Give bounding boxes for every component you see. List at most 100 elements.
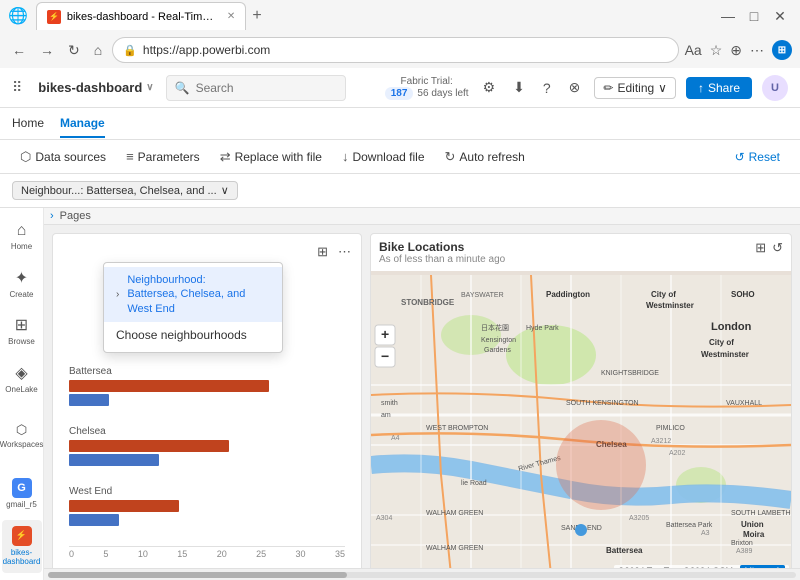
reset-button[interactable]: ↺ Reset <box>727 146 788 168</box>
forward-button[interactable]: → <box>36 40 58 60</box>
chart-more-options-button[interactable]: ⋯ <box>336 242 353 262</box>
sidebar-item-browse[interactable]: ⊞ Browse <box>2 309 42 353</box>
svg-text:am: am <box>381 412 391 419</box>
svg-text:WALHAM GREEN: WALHAM GREEN <box>426 545 483 552</box>
bar-group-battersea: Battersea <box>69 366 345 406</box>
favorites-icon[interactable]: ☆ <box>710 42 723 59</box>
sidebar-item-home[interactable]: ⌂ Home <box>2 216 42 258</box>
map-svg: STONBRIDGE BAYSWATER Paddington City of … <box>371 271 791 568</box>
browser-icon: 🌐 <box>8 6 28 26</box>
pages-chevron[interactable]: › <box>50 210 54 222</box>
editing-button[interactable]: ✏ Editing ∨ <box>594 77 676 99</box>
download-file-button[interactable]: ↓ Download file <box>334 145 433 168</box>
parameters-button[interactable]: ≡ Parameters <box>118 145 208 168</box>
svg-text:SOUTH KENSINGTON: SOUTH KENSINGTON <box>566 400 639 407</box>
active-tab[interactable]: ⚡ bikes-dashboard - Real-Time Inte... ✕ <box>36 2 246 30</box>
auto-refresh-icon: ↻ <box>445 149 456 165</box>
replace-with-file-button[interactable]: ⇄ Replace with file <box>212 145 330 169</box>
help-button[interactable]: ? <box>539 76 555 100</box>
workspaces-icon: ⬡ <box>16 422 27 438</box>
back-button[interactable]: ← <box>8 40 30 60</box>
sidebar-item-workspaces[interactable]: ⬡ Workspaces <box>2 416 42 456</box>
user-avatar[interactable]: U <box>762 75 788 101</box>
sidebar-gmail-label: gmail_r5 <box>6 500 37 510</box>
sidebar-item-bikes-dashboard[interactable]: ⚡ bikes-dashboard <box>2 520 42 573</box>
collections-icon[interactable]: ⊕ <box>730 42 742 59</box>
sub-nav: Home Manage <box>0 108 800 140</box>
bar-row-west-end-blue <box>69 514 345 526</box>
report-area: ⊞ ⋯ › Neighbourhood:Battersea, Chelsea, … <box>44 225 800 568</box>
share-button[interactable]: ↑ Share <box>686 77 752 99</box>
subnav-home[interactable]: Home <box>12 110 44 138</box>
auto-refresh-button[interactable]: ↻ Auto refresh <box>437 145 533 169</box>
chart-panel-actions: ⊞ ⋯ <box>315 242 353 262</box>
app-name-chevron[interactable]: ∨ <box>146 82 153 93</box>
sidebar-item-gmail[interactable]: G gmail_r5 <box>2 472 42 516</box>
chart-focus-mode-button[interactable]: ⊞ <box>315 242 330 262</box>
sidebar-item-create[interactable]: ✦ Create <box>2 262 42 306</box>
sidebar-create-label: Create <box>9 290 33 300</box>
svg-text:−: − <box>381 348 389 364</box>
map-reset-button[interactable]: ↺ <box>772 240 783 256</box>
svg-text:KNIGHTSBRIDGE: KNIGHTSBRIDGE <box>601 370 659 377</box>
windows-logo[interactable]: ⊞ <box>772 40 792 60</box>
svg-text:A3205: A3205 <box>629 515 649 522</box>
svg-text:lie Road: lie Road <box>461 480 487 487</box>
pages-label: Pages <box>60 210 91 222</box>
dropdown-item-choose[interactable]: Choose neighbourhoods <box>104 322 282 348</box>
maximize-button[interactable]: □ <box>742 4 766 28</box>
subnav-manage[interactable]: Manage <box>60 110 105 138</box>
app-search[interactable]: 🔍 <box>166 75 346 101</box>
parameters-icon: ≡ <box>126 149 134 164</box>
bar-label-battersea: Battersea <box>69 366 345 377</box>
axis-0: 0 <box>69 549 74 559</box>
svg-text:Union: Union <box>741 520 764 529</box>
reading-icon[interactable]: Aa <box>685 42 702 58</box>
filter-chip[interactable]: Neighbour...: Battersea, Chelsea, and ..… <box>12 181 238 200</box>
svg-text:A3: A3 <box>701 530 710 537</box>
url-text: https://app.powerbi.com <box>143 43 270 57</box>
svg-text:Paddington: Paddington <box>546 290 590 299</box>
filter-bar: Neighbour...: Battersea, Chelsea, and ..… <box>0 174 800 208</box>
share-network-button[interactable]: ⊗ <box>565 75 585 100</box>
home-button[interactable]: ⌂ <box>90 40 106 60</box>
chart-panel: ⊞ ⋯ › Neighbourhood:Battersea, Chelsea, … <box>52 233 362 568</box>
tab-close-button[interactable]: ✕ <box>227 11 235 22</box>
home-icon: ⌂ <box>17 222 27 240</box>
bottom-scrollbar[interactable] <box>48 572 796 578</box>
chart-axis: 0 5 10 15 20 25 30 35 <box>69 546 345 561</box>
data-sources-button[interactable]: ⬡ Data sources <box>12 145 114 169</box>
share-label: Share <box>708 81 740 95</box>
svg-text:Moira: Moira <box>743 530 765 539</box>
bar-group-chelsea: Chelsea <box>69 426 345 466</box>
axis-10: 10 <box>138 549 148 559</box>
map-background: STONBRIDGE BAYSWATER Paddington City of … <box>371 271 791 568</box>
search-input[interactable] <box>196 81 337 95</box>
close-button[interactable]: ✕ <box>768 4 792 28</box>
more-icon[interactable]: ⋯ <box>750 42 764 59</box>
bar-chart: Battersea Chelsea <box>61 362 353 568</box>
map-focus-mode-button[interactable]: ⊞ <box>755 240 766 256</box>
minimize-button[interactable]: — <box>716 4 740 28</box>
svg-text:WALHAM GREEN: WALHAM GREEN <box>426 510 483 517</box>
lock-icon: 🔒 <box>123 44 137 57</box>
settings-button[interactable]: ⚙ <box>479 75 500 100</box>
download-button[interactable]: ⬇ <box>509 75 529 100</box>
refresh-button[interactable]: ↻ <box>64 40 84 61</box>
new-tab-button[interactable]: + <box>246 7 267 25</box>
fabric-trial-label: Fabric Trial: <box>401 76 453 87</box>
dropdown-item-neighbourhood[interactable]: › Neighbourhood:Battersea, Chelsea, and … <box>104 267 282 322</box>
bar-label-chelsea: Chelsea <box>69 426 345 437</box>
address-bar[interactable]: 🔒 https://app.powerbi.com <box>112 37 678 63</box>
map-attribution-text: ©2024 TomTom ©2024 OSM <box>618 566 733 568</box>
sidebar-item-onelake[interactable]: ◈ OneLake <box>2 357 42 401</box>
header-right: Fabric Trial: 187 56 days left ⚙ ⬇ ? ⊗ ✏… <box>385 75 788 101</box>
svg-text:City of: City of <box>709 338 734 347</box>
title-bar: 🌐 ⚡ bikes-dashboard - Real-Time Inte... … <box>0 0 800 32</box>
replace-icon: ⇄ <box>220 149 231 165</box>
sidebar-browse-label: Browse <box>8 337 35 347</box>
pages-strip: › Pages <box>44 208 800 225</box>
bar-west-end-blue <box>69 514 119 526</box>
app-grid-icon[interactable]: ⠿ <box>12 79 22 96</box>
toolbar: ⬡ Data sources ≡ Parameters ⇄ Replace wi… <box>0 140 800 174</box>
